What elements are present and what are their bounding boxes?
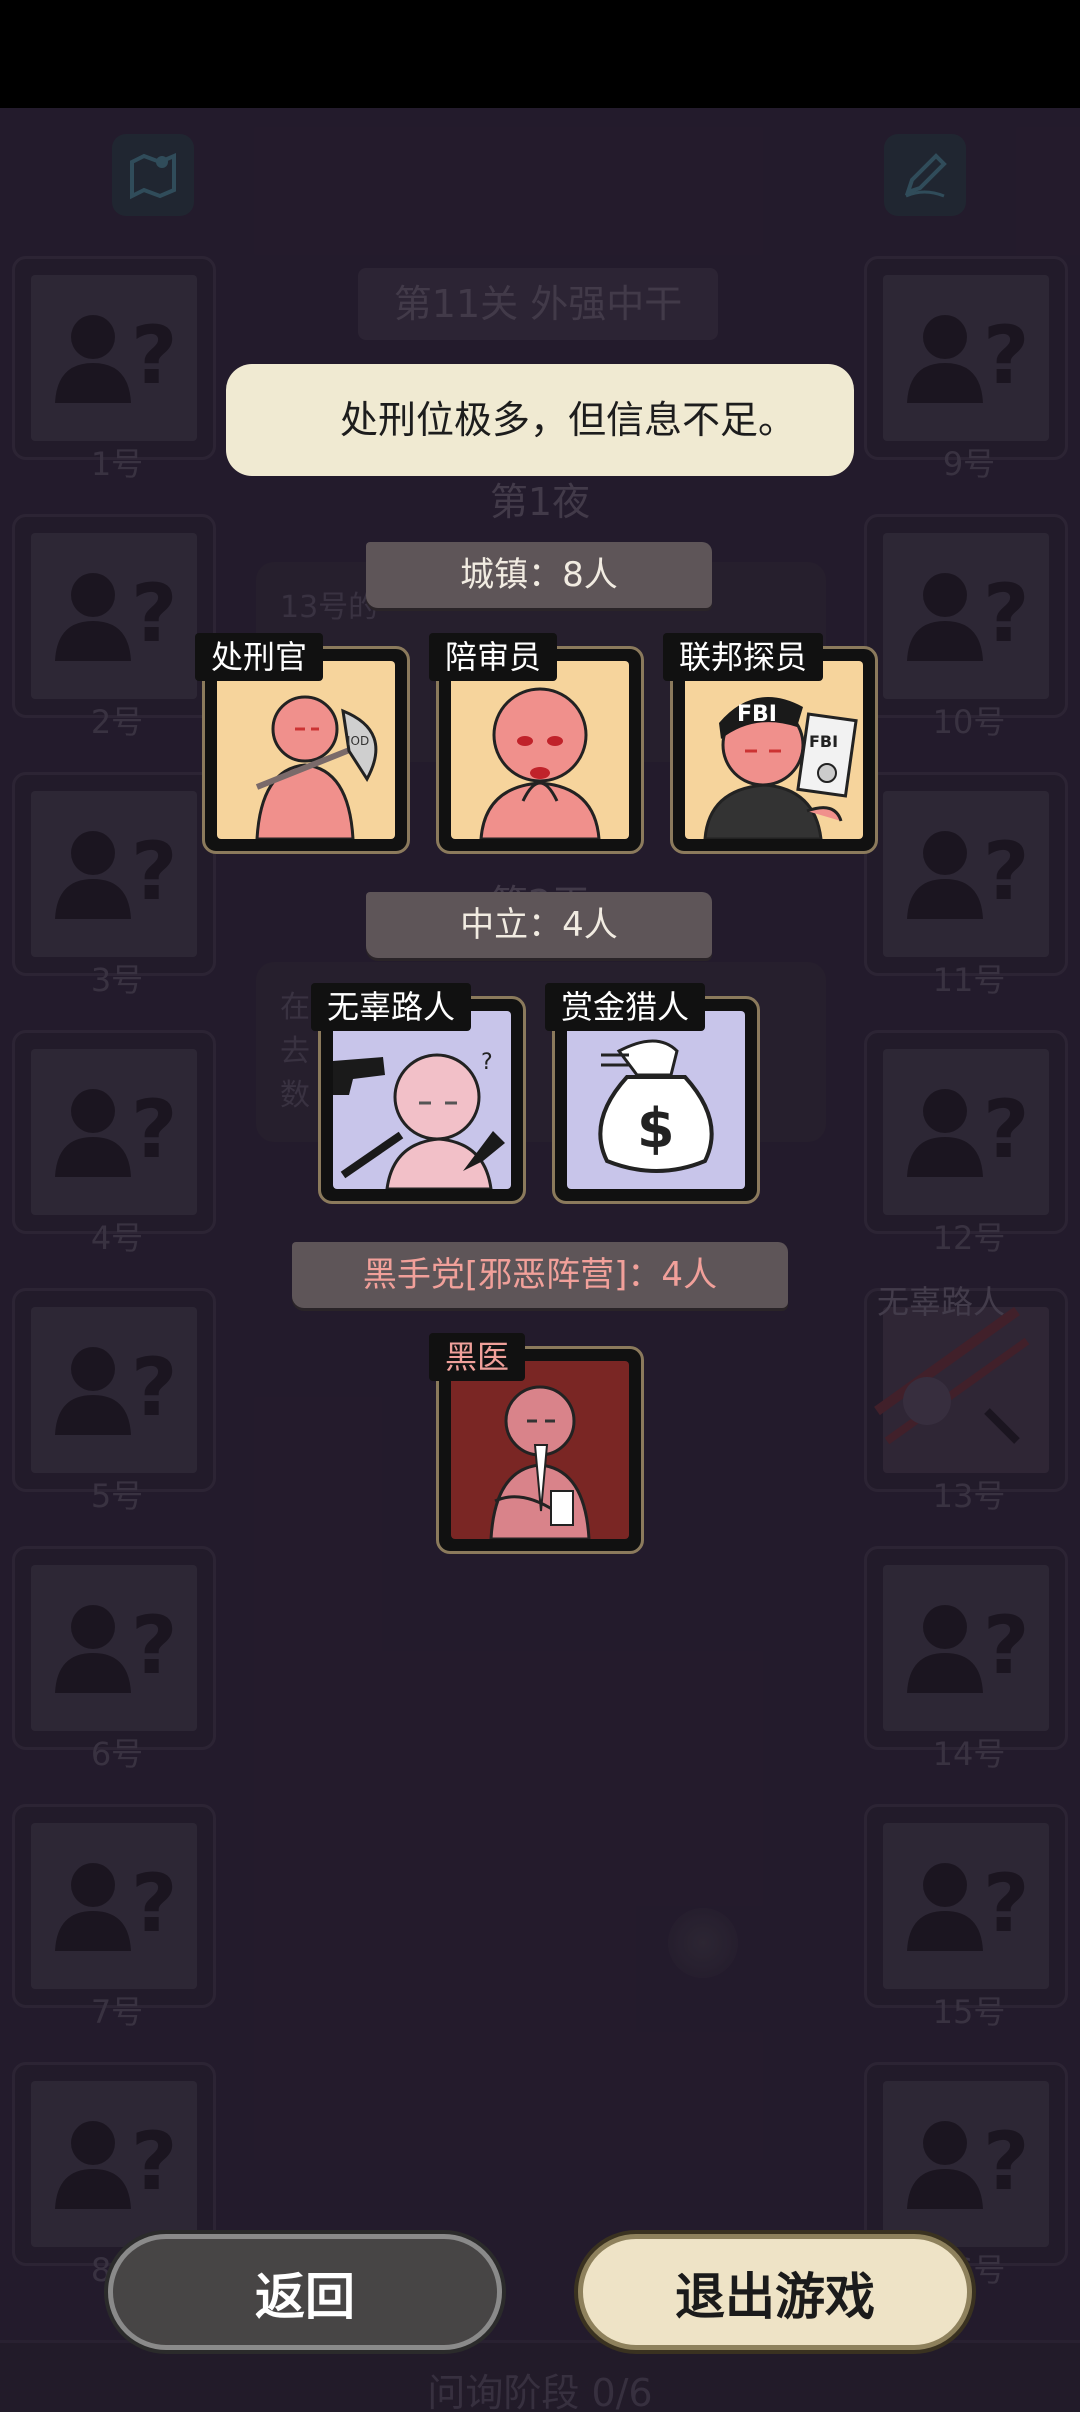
- role-card-innocent[interactable]: ? 无辜路人: [311, 983, 526, 1204]
- role-card-executioner[interactable]: IOD 处刑官: [195, 633, 410, 854]
- role-name: 黑医: [429, 1333, 526, 1381]
- role-card-fbi[interactable]: FBI FBI 联邦探员: [663, 633, 878, 854]
- hint-bubble: 处刑位极多，但信息不足。: [226, 364, 854, 476]
- role-card-juror[interactable]: 陪审员: [429, 633, 644, 854]
- role-name: 处刑官: [195, 633, 324, 681]
- neutral-section-label: 中立：4人: [366, 892, 712, 958]
- fbi-badge-text: FBI: [809, 732, 838, 751]
- status-bar: [0, 0, 1080, 108]
- fbi-cap-text: FBI: [737, 702, 777, 727]
- back-button[interactable]: 返回: [108, 2234, 502, 2350]
- town-section-label: 城镇：8人: [366, 542, 712, 608]
- mafia-section-label: 黑手党[邪恶阵营]：4人: [292, 1242, 788, 1308]
- role-name: 无辜路人: [311, 983, 472, 1031]
- axe-label: IOD: [347, 734, 369, 748]
- money-sign: $: [637, 1097, 675, 1160]
- role-card-bounty-hunter[interactable]: $ 赏金猎人: [545, 983, 760, 1204]
- exit-game-button[interactable]: 退出游戏: [578, 2234, 972, 2350]
- role-name: 赏金猎人: [545, 983, 706, 1031]
- role-name: 陪审员: [429, 633, 558, 681]
- role-name: 联邦探员: [663, 633, 824, 681]
- question-mark: ?: [481, 1050, 493, 1075]
- role-card-black-doctor[interactable]: 黑医: [429, 1333, 644, 1554]
